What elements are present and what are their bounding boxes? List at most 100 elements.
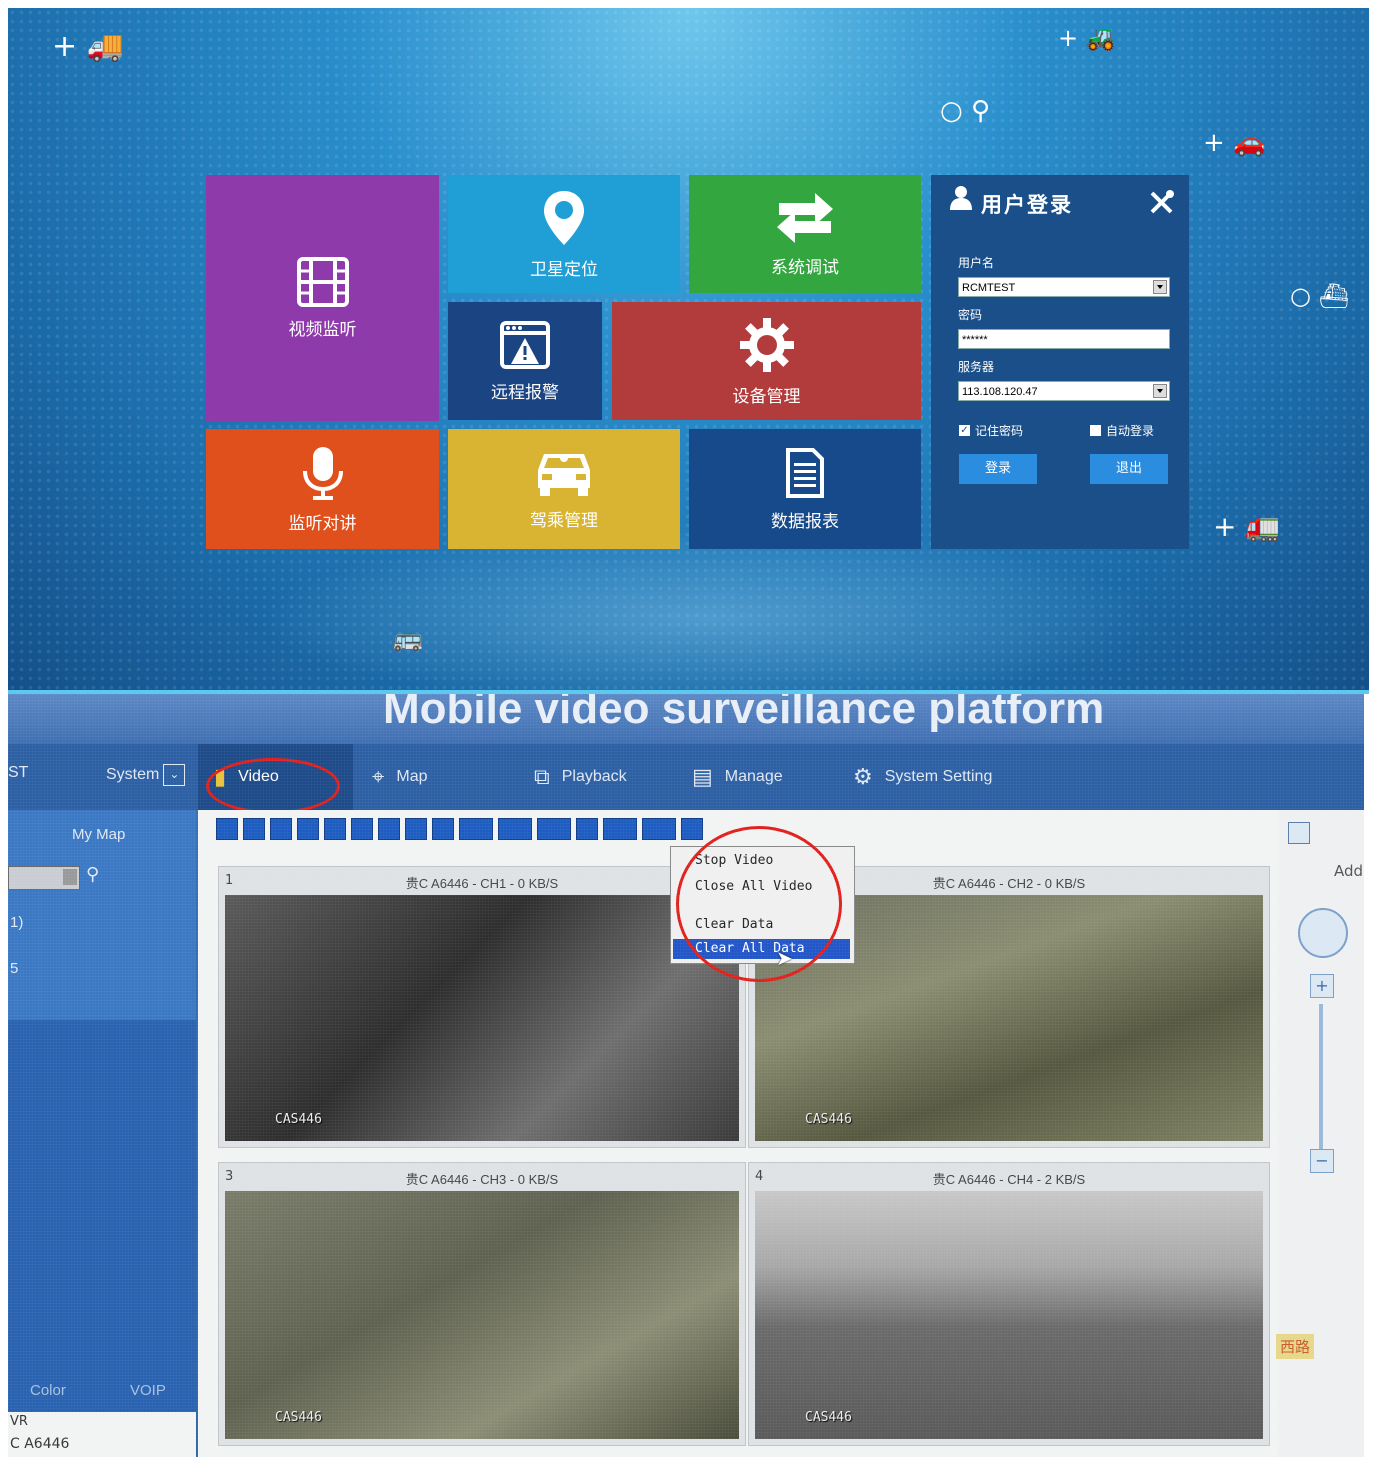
tile-remote-alarm-label: 远程报警 <box>491 382 559 403</box>
play-icon[interactable] <box>603 818 637 840</box>
tab-manage[interactable]: ▤ Manage <box>692 764 783 790</box>
stop-icon[interactable] <box>642 818 676 840</box>
channel-title: 贵C A6446 - CH4 - 2 KB/S <box>932 1172 1086 1187</box>
record-icon[interactable] <box>681 818 703 840</box>
tools-icon[interactable] <box>1149 189 1175 215</box>
left-sidebar: My Map ⚲ 1) 5 Color VOIP <box>8 810 196 1457</box>
channel-title: 贵C A6446 - CH3 - 0 KB/S <box>405 1172 559 1187</box>
password-value: ****** <box>962 334 988 346</box>
video-feed: CAS446 <box>225 1191 739 1439</box>
user-icon <box>950 186 972 210</box>
arrow-down-icon[interactable] <box>432 818 454 840</box>
zoom-out-button[interactable]: − <box>1310 1149 1334 1173</box>
car-front-icon <box>538 453 590 496</box>
tile-device-management-label: 设备管理 <box>732 386 801 407</box>
chevron-down-icon[interactable]: ⌄ <box>163 764 186 786</box>
left-item-2[interactable]: 5 <box>10 960 198 977</box>
remember-password-checkbox[interactable]: ✓ 记住密码 <box>959 422 1023 439</box>
checkbox-empty-icon[interactable] <box>1090 425 1101 436</box>
tab-system-setting[interactable]: ⚙ System Setting <box>853 764 992 790</box>
tile-data-reports-label: 数据报表 <box>771 511 839 532</box>
tile-gps-label: 卫星定位 <box>530 259 598 280</box>
tile-data-reports[interactable]: 数据报表 <box>689 429 921 549</box>
tile-video-monitoring[interactable]: 视频监听 <box>206 175 439 421</box>
document-icon <box>786 447 824 498</box>
truck-icon-2: + 🚛 <box>1213 510 1281 543</box>
tile-gps[interactable]: 卫星定位 <box>448 175 680 293</box>
video-watermark: CAS446 <box>275 1112 322 1127</box>
window-icon[interactable] <box>498 818 532 840</box>
fullscreen-icon[interactable] <box>459 818 493 840</box>
tile-driver-management[interactable]: 驾乘管理 <box>448 429 680 549</box>
search-icon[interactable]: ⚲ <box>86 864 99 885</box>
car-icon: + 🚗 <box>1203 128 1266 158</box>
microphone-icon <box>302 446 343 500</box>
chevron-down-icon[interactable] <box>63 869 77 885</box>
checkmark-icon[interactable]: ✓ <box>959 425 970 436</box>
tile-system-debug[interactable]: 系统调试 <box>689 175 921 293</box>
layout-1-icon[interactable] <box>216 818 238 840</box>
exit-button[interactable]: 退出 <box>1090 454 1168 484</box>
layout-8-icon[interactable] <box>324 818 346 840</box>
password-field[interactable]: ****** <box>958 329 1170 349</box>
video-channel-4[interactable]: 4 贵C A6446 - CH4 - 2 KB/S CAS446 <box>748 1162 1270 1446</box>
left-bottom-info: VR C A6446 <box>8 1412 196 1457</box>
chevron-down-icon[interactable] <box>1153 384 1167 398</box>
left-item-1[interactable]: 1) <box>10 914 198 931</box>
ship-icon: ○ ⛴ <box>1290 282 1350 310</box>
tab-map[interactable]: ⌖ Map <box>372 764 428 790</box>
tab-playback[interactable]: ⧉ Playback <box>534 764 627 790</box>
arrow-up-icon[interactable] <box>405 818 427 840</box>
left-select[interactable] <box>8 866 80 890</box>
highlight-circle-video <box>206 758 340 814</box>
video-watermark: CAS446 <box>805 1112 852 1127</box>
username-value: RCMTEST <box>962 282 1016 294</box>
video-toolbar <box>216 818 703 844</box>
left-fragment-text: ST <box>8 764 29 781</box>
audio-icon[interactable] <box>576 818 598 840</box>
tile-intercom[interactable]: 监听对讲 <box>206 429 439 549</box>
layout-16-icon[interactable] <box>378 818 400 840</box>
gear-icon <box>739 317 794 372</box>
system-dropdown[interactable]: System ⌄ <box>106 764 186 786</box>
truck-icon: + 🚚 <box>52 29 125 64</box>
platform-title: Mobile video surveillance platform <box>383 694 1105 733</box>
tile-device-management[interactable]: 设备管理 <box>612 302 921 420</box>
add-button[interactable]: Add <box>1334 862 1363 880</box>
video-channel-3[interactable]: 3 贵C A6446 - CH3 - 0 KB/S CAS446 <box>218 1162 746 1446</box>
zoom-slider[interactable] <box>1319 1004 1323 1154</box>
pan-control[interactable] <box>1298 908 1348 958</box>
system-dropdown-label: System <box>106 766 160 783</box>
username-select[interactable]: RCMTEST <box>958 277 1170 297</box>
mouse-cursor-icon: ➤ <box>776 946 793 970</box>
layout-9-icon[interactable] <box>351 818 373 840</box>
person-icon: ○ ⚲ <box>940 96 990 126</box>
layout-6-icon[interactable] <box>297 818 319 840</box>
video-watermark: CAS446 <box>275 1410 322 1425</box>
server-select[interactable]: 113.108.120.47 <box>958 381 1170 401</box>
password-label: 密码 <box>958 308 983 322</box>
layout-4-icon[interactable] <box>270 818 292 840</box>
auto-login-checkbox[interactable]: 自动登录 <box>1090 422 1154 439</box>
layout-2-icon[interactable] <box>243 818 265 840</box>
save-icon[interactable] <box>1288 822 1310 844</box>
tile-remote-alarm[interactable]: 远程报警 <box>448 302 602 420</box>
login-button[interactable]: 登录 <box>959 454 1037 484</box>
chevron-down-icon[interactable] <box>1153 280 1167 294</box>
monitor-screen: Mobile video surveillance platform ST Sy… <box>8 694 1364 1457</box>
playback-icon: ⧉ <box>534 764 550 789</box>
login-screen: + 🚚 + 🚜 ○ ⚲ + 🚗 ○ ⛴ + 🚛 🚌 视频监听 卫星定位 系统调试… <box>8 8 1369 690</box>
map-road-label: 西路 <box>1276 1334 1315 1359</box>
zoom-in-button[interactable]: + <box>1310 974 1334 998</box>
tractor-icon: + 🚜 <box>1058 24 1116 52</box>
tab-manage-label: Manage <box>724 768 783 785</box>
bottom-left-line-1: VR <box>10 1414 28 1429</box>
tab-system-setting-label: System Setting <box>884 768 993 785</box>
remember-password-label: 记住密码 <box>975 424 1024 438</box>
video-channel-1[interactable]: 1 贵C A6446 - CH1 - 0 KB/S CAS446 <box>218 866 746 1148</box>
tile-driver-management-label: 驾乘管理 <box>530 510 598 531</box>
alarm-window-icon <box>500 320 550 369</box>
video-feed: CAS446 <box>225 895 739 1141</box>
capture-icon[interactable] <box>537 818 571 840</box>
highlight-circle-menu <box>676 826 842 982</box>
